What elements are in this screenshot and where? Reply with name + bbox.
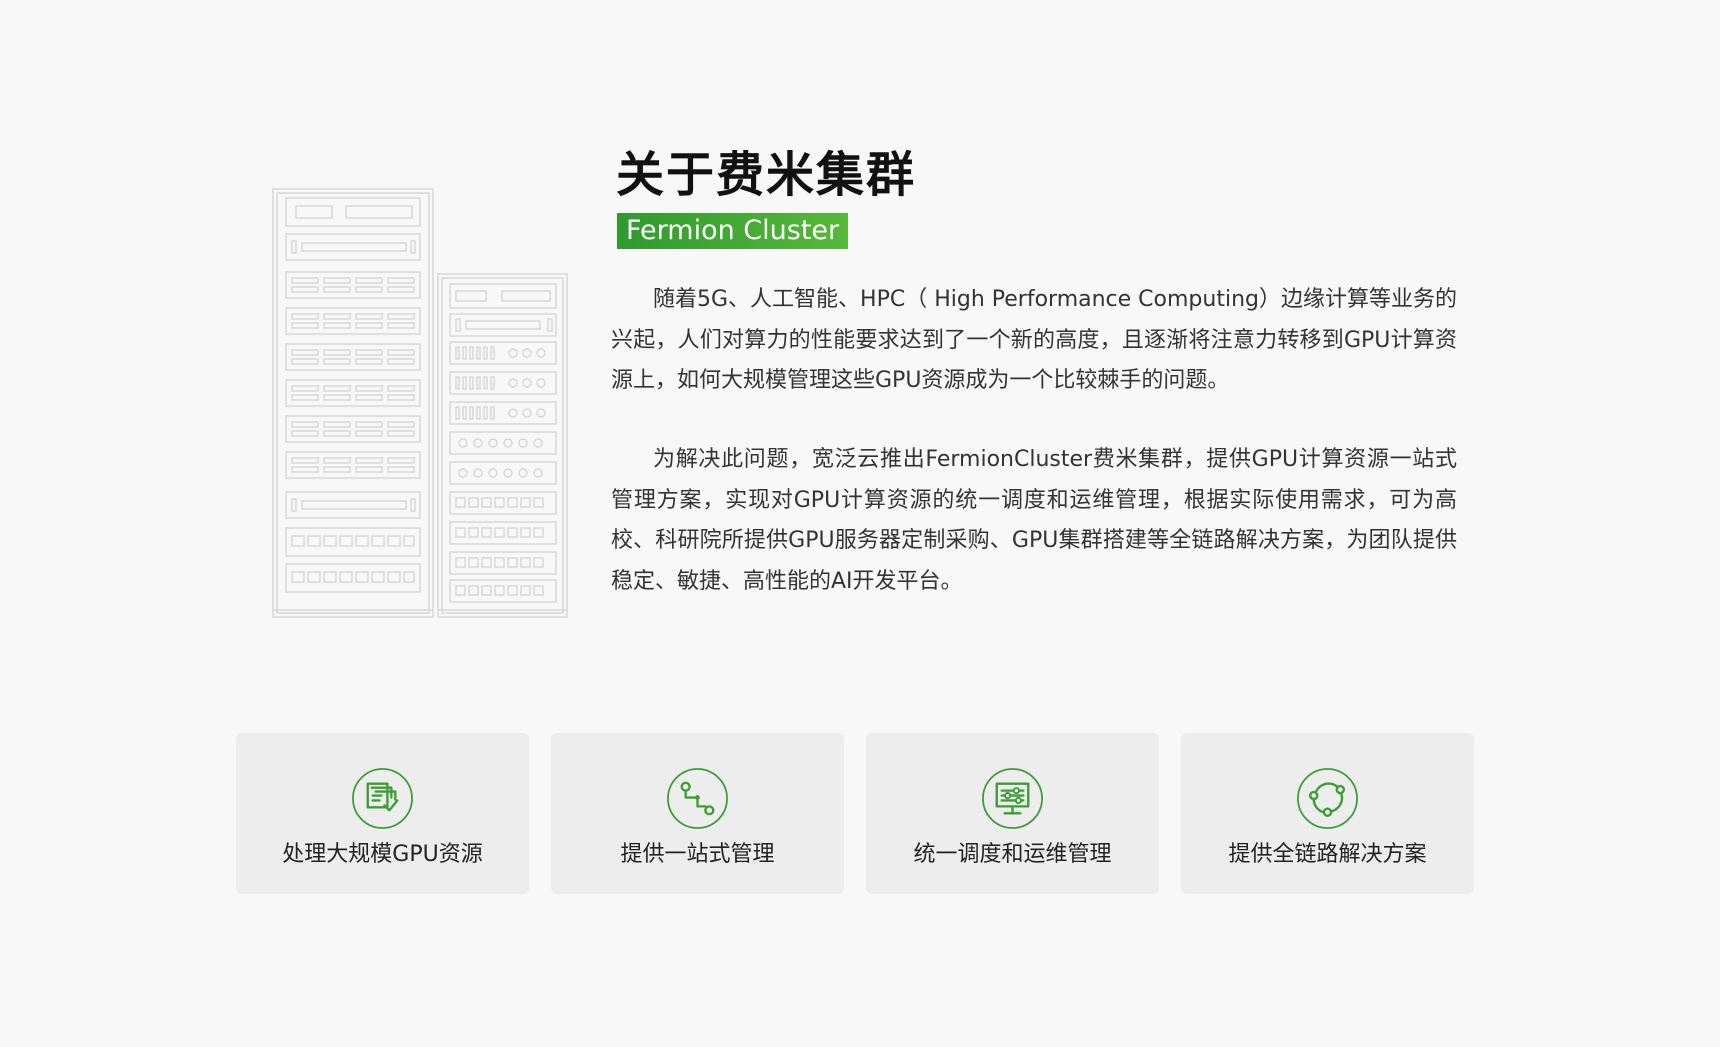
about-section: 关于费米集群 Fermion Cluster 随着5G、人工智能、HPC（ Hi…: [0, 0, 1720, 1047]
feature-label: 提供一站式管理: [620, 842, 775, 867]
intro-paragraph-2: 为解决此问题，宽泛云推出FermionCluster费米集群，提供GPU计算资源…: [611, 447, 1457, 594]
server-rack-illustration: [272, 188, 568, 618]
workflow-icon: [667, 768, 728, 829]
monitor-settings-icon: [982, 768, 1043, 829]
cycle-icon: [1297, 768, 1358, 829]
feature-card-gpu-resource[interactable]: 处理大规模GPU资源: [236, 733, 529, 894]
feature-label: 处理大规模GPU资源: [282, 842, 483, 867]
gpu-resource-icon: [352, 768, 413, 829]
feature-card-one-stop[interactable]: 提供一站式管理: [551, 733, 844, 894]
feature-card-scheduling[interactable]: 统一调度和运维管理: [866, 733, 1159, 894]
feature-card-full-chain[interactable]: 提供全链路解决方案: [1181, 733, 1474, 894]
feature-label: 提供全链路解决方案: [1228, 842, 1427, 867]
intro-paragraph-1: 随着5G、人工智能、HPC（ High Performance Computin…: [611, 287, 1457, 393]
feature-label: 统一调度和运维管理: [913, 842, 1112, 867]
feature-cards: 处理大规模GPU资源 提供一站式管理 统一调度和运维管理 提供全链路解决方案: [236, 733, 1474, 894]
section-title: 关于费米集群: [616, 147, 917, 203]
section-subtitle-badge: Fermion Cluster: [617, 213, 849, 249]
